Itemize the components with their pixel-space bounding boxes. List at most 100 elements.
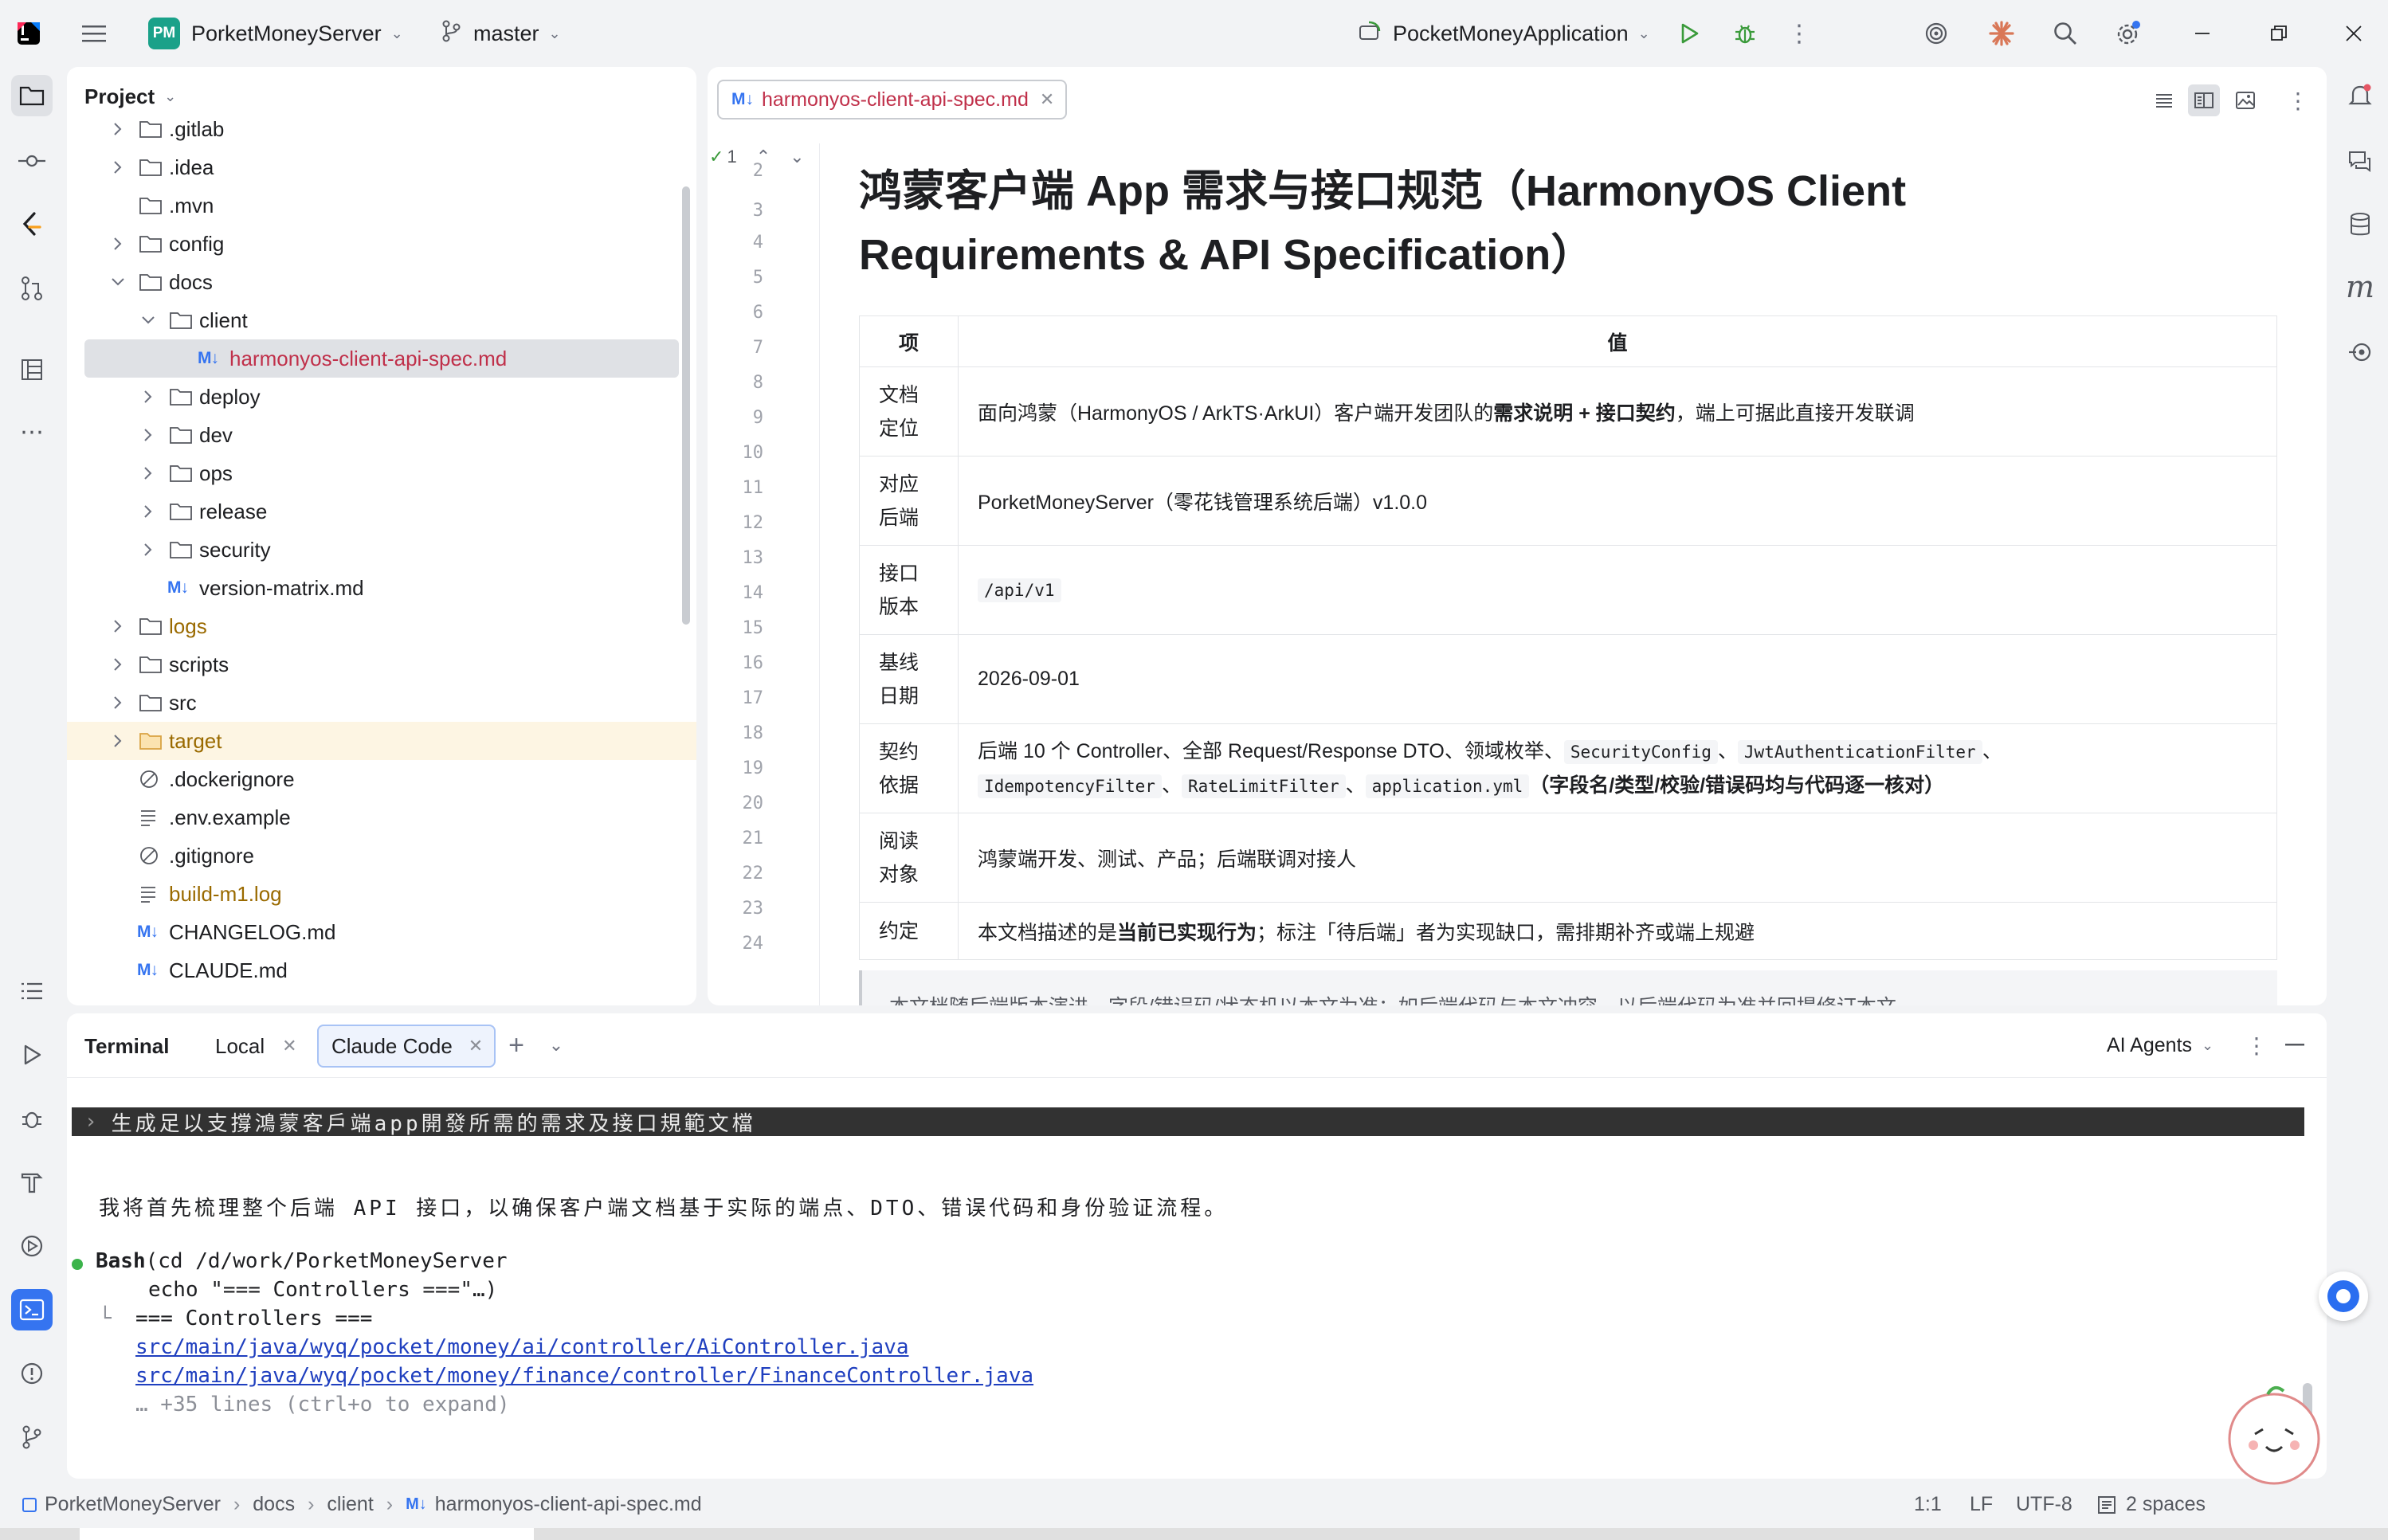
tree-item[interactable]: target [67,722,696,760]
project-tree-scrollbar[interactable] [682,186,690,625]
project-folder-icon[interactable] [11,75,53,116]
tree-item[interactable]: deploy [67,378,696,416]
chevron-right-icon[interactable] [110,695,126,711]
ai-agents-dropdown[interactable]: AI Agents ⌄ [2107,1034,2214,1057]
settings-gear-icon[interactable] [2110,16,2145,51]
chevron-right-icon[interactable] [140,389,156,405]
services-icon[interactable] [11,1225,53,1267]
preview-only-icon[interactable] [2229,84,2261,116]
tree-item[interactable]: config [67,225,696,263]
debug-tool-icon[interactable] [11,1098,53,1139]
tree-item[interactable]: scripts [67,645,696,684]
commit-icon[interactable] [11,140,53,182]
editor-only-view-icon[interactable] [2148,84,2180,116]
pull-requests-icon[interactable] [11,268,53,309]
claude-icon[interactable] [1984,16,2019,51]
restore-window-icon[interactable] [2261,16,2296,51]
split-view-icon[interactable] [2188,84,2220,116]
chevron-right-icon[interactable] [140,465,156,481]
more-actions-icon[interactable]: ⋮ [1782,16,1817,51]
chevron-right-icon[interactable] [110,159,126,175]
terminal-tab-local[interactable]: Local ✕ [215,1026,297,1066]
tree-item[interactable]: .env.example [67,798,696,837]
more-tools-icon[interactable]: ⋯ [11,411,53,453]
breadcrumb-item[interactable]: PorketMoneyServer [45,1493,221,1516]
new-tab-plus-icon[interactable]: + [499,1028,534,1063]
tree-item[interactable]: M↓ CLAUDE.md [67,951,696,989]
breadcrumb-item[interactable]: client [327,1493,373,1516]
chevron-down-icon[interactable] [110,274,126,290]
tree-item[interactable]: .idea [67,148,696,186]
tree-item[interactable]: .mvn [67,186,696,225]
close-tab-icon[interactable]: ✕ [282,1036,296,1056]
tree-item[interactable]: logs [67,607,696,645]
tree-item[interactable]: M↓ harmonyos-client-api-spec.md [84,339,679,378]
indent-setting[interactable]: 2 spaces [2097,1493,2206,1516]
chevron-right-icon[interactable] [110,733,126,749]
collapsed-lines-hint[interactable]: … +35 lines (ctrl+o to expand) [135,1393,510,1417]
tree-item[interactable]: ops [67,454,696,492]
chevron-right-icon[interactable] [110,656,126,672]
close-window-icon[interactable] [2336,16,2371,51]
terminal-tab-claude-code[interactable]: Claude Code ✕ [317,1025,496,1068]
breadcrumb-item[interactable]: docs [253,1493,295,1516]
bookmarks-list-icon[interactable] [11,970,53,1012]
run-tool-icon[interactable] [11,1034,53,1076]
chevron-down-icon[interactable]: ⌄ [539,1028,574,1063]
search-icon[interactable] [2048,16,2083,51]
chevron-right-icon[interactable] [110,236,126,252]
tree-item[interactable]: build-m1.log [67,875,696,913]
chevron-right-icon[interactable] [110,618,126,634]
horizontal-scroll-thumb[interactable] [80,1528,534,1540]
tree-item[interactable]: security [67,531,696,569]
project-switcher[interactable]: PM PorketMoneyServer ⌄ [148,14,403,53]
tree-item[interactable]: M↓ version-matrix.md [67,569,696,607]
chevron-down-icon[interactable]: ⌄ [790,147,804,167]
caret-position[interactable]: 1:1 [1914,1493,1942,1516]
tree-item[interactable]: release [67,492,696,531]
editor-more-icon[interactable]: ⋮ [2282,84,2314,116]
close-tab-icon[interactable]: ✕ [469,1036,483,1056]
leetcode-icon[interactable] [11,204,53,245]
editor-tab-harmonyos-spec[interactable]: M↓ harmonyos-client-api-spec.md ✕ [717,80,1068,120]
main-menu-icon[interactable] [76,16,112,51]
build-hammer-icon[interactable] [11,1162,53,1203]
file-link[interactable]: src/main/java/wyq/pocket/money/ai/contro… [135,1335,909,1359]
tree-item[interactable]: client [67,301,696,339]
tree-item[interactable]: .gitlab [67,120,696,148]
chevron-right-icon[interactable] [140,427,156,443]
database-icon[interactable] [2343,207,2378,242]
tree-item[interactable]: dev [67,416,696,454]
floating-assistant-button[interactable] [2319,1272,2368,1321]
file-encoding[interactable]: UTF-8 [2016,1493,2072,1516]
chevron-down-icon[interactable] [140,312,156,328]
tree-item[interactable]: M↓ CHANGELOG.md [67,913,696,951]
chevron-right-icon[interactable] [110,121,126,137]
chevron-right-icon[interactable] [140,542,156,558]
tree-item[interactable]: .gitignore [67,837,696,875]
problems-icon[interactable] [11,1353,53,1394]
breadcrumb-item[interactable]: harmonyos-client-api-spec.md [435,1493,702,1516]
debug-button[interactable] [1727,16,1763,51]
tree-item[interactable]: docs [67,263,696,301]
hide-panel-icon[interactable] [2277,1028,2312,1063]
tree-item[interactable]: src [67,684,696,722]
structure-icon[interactable] [11,349,53,390]
run-button[interactable] [1672,16,1707,51]
file-link[interactable]: src/main/java/wyq/pocket/money/finance/c… [135,1364,1033,1388]
run-config-selector[interactable]: PocketMoneyApplication ⌄ [1358,14,1650,53]
terminal-more-icon[interactable]: ⋮ [2241,1028,2272,1063]
tree-item[interactable]: .dockerignore [67,760,696,798]
ai-assistant-icon[interactable] [1919,16,1954,51]
project-panel-header[interactable]: Project ⌄ [84,84,176,109]
chevron-right-icon[interactable] [140,504,156,519]
terminal-icon[interactable] [11,1289,53,1330]
ai-chat-icon[interactable] [2343,143,2378,178]
branch-switcher[interactable]: master ⌄ [441,14,561,53]
line-separator[interactable]: LF [1970,1493,1993,1516]
minimize-icon[interactable] [2185,16,2220,51]
notifications-bell-icon[interactable] [2343,78,2378,113]
intellij-logo-icon[interactable] [11,16,46,51]
maven-icon[interactable]: m [2343,269,2378,304]
close-tab-icon[interactable]: ✕ [1040,89,1054,110]
